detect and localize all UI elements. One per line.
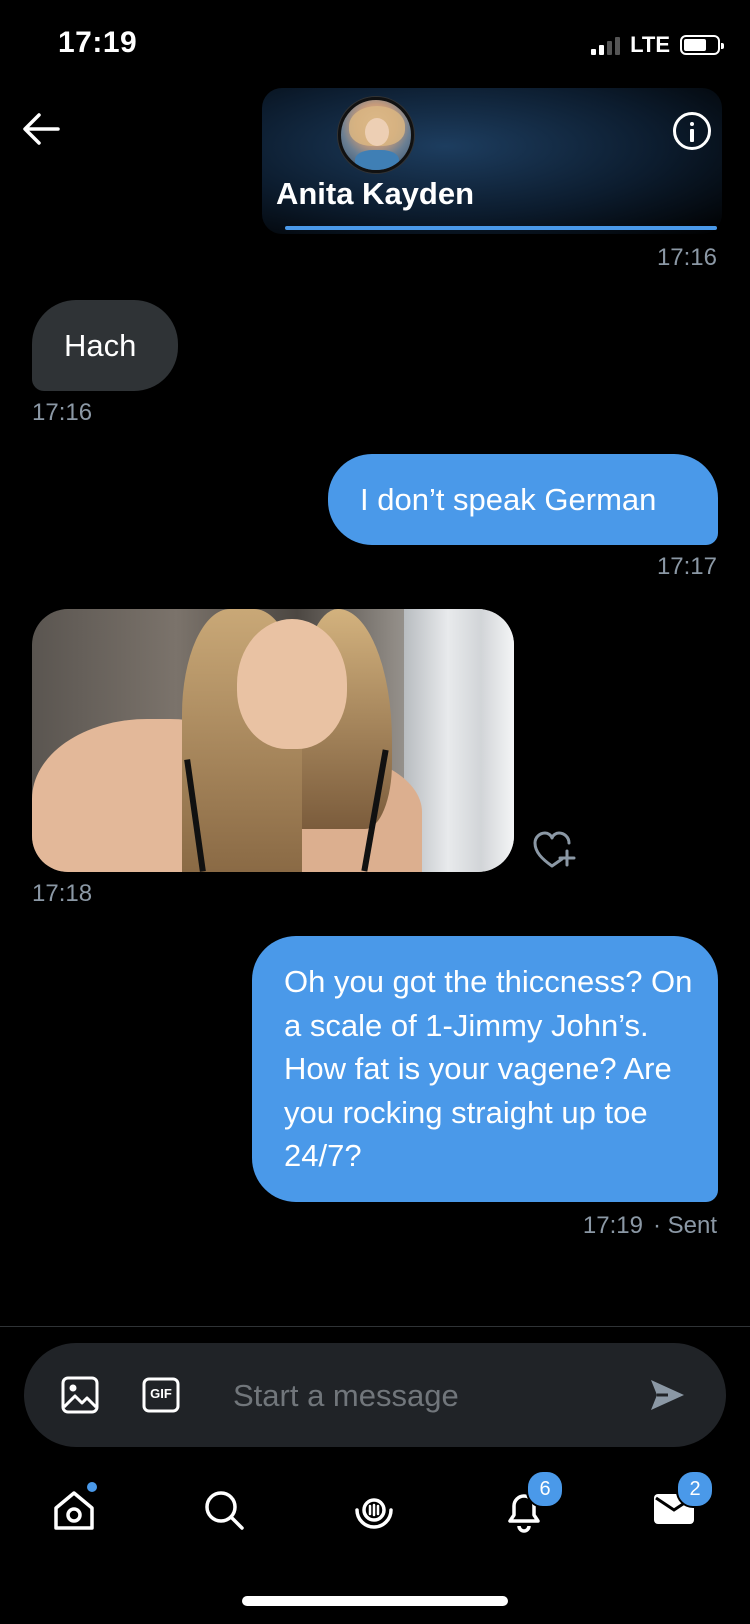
message-text: Oh you got the thiccness? On a scale of …	[284, 964, 693, 1173]
message-text: I don’t speak German	[360, 482, 657, 517]
message-composer: GIF	[24, 1343, 726, 1449]
contact-name[interactable]: Anita Kayden	[0, 176, 750, 212]
message-time: 17:17	[656, 553, 717, 580]
message-time: 17:16	[656, 244, 717, 271]
home-icon	[54, 1491, 94, 1530]
status-indicators: LTE	[591, 32, 724, 58]
tab-home[interactable]	[52, 1482, 97, 1537]
header-background	[262, 88, 722, 234]
tab-spaces[interactable]	[352, 1488, 396, 1537]
image-icon	[61, 1376, 99, 1414]
gif-label: GIF	[150, 1386, 172, 1401]
send-button[interactable]	[648, 1377, 686, 1418]
message-bubble-outgoing[interactable]: I don’t speak German	[328, 454, 718, 545]
message-bubble-outgoing[interactable]: Oh you got the thiccness? On a scale of …	[252, 936, 718, 1202]
message-meta: 17:19 · Sent	[583, 1212, 717, 1240]
back-button[interactable]	[22, 112, 60, 151]
message-input[interactable]	[231, 1343, 615, 1449]
home-indicator	[242, 1596, 508, 1606]
heart-plus-icon	[533, 831, 576, 868]
spaces-icon	[355, 1498, 393, 1529]
send-icon	[651, 1380, 684, 1410]
gif-button[interactable]: GIF	[142, 1377, 180, 1418]
signal-icon	[591, 35, 621, 55]
messages-badge: 2	[676, 1470, 714, 1508]
battery-icon	[680, 35, 724, 55]
back-arrow-icon	[23, 113, 60, 145]
message-status: · Sent	[652, 1212, 717, 1239]
like-button[interactable]	[532, 829, 576, 874]
composer-divider	[0, 1326, 750, 1327]
tab-messages[interactable]: 2	[652, 1470, 714, 1533]
home-unread-dot	[87, 1482, 97, 1492]
media-button[interactable]	[60, 1375, 100, 1420]
message-image[interactable]	[32, 609, 514, 872]
message-bubble-incoming[interactable]: Hach	[32, 300, 178, 391]
header-divider	[285, 226, 717, 230]
search-icon	[205, 1491, 244, 1530]
network-label: LTE	[630, 32, 670, 57]
status-time: 17:19	[58, 26, 138, 59]
message-time: 17:19	[582, 1212, 643, 1239]
tab-notifications[interactable]: 6	[502, 1470, 564, 1539]
info-icon[interactable]	[673, 112, 711, 150]
tab-search[interactable]	[202, 1488, 246, 1537]
contact-avatar[interactable]	[338, 97, 414, 173]
message-time: 17:18	[32, 880, 93, 907]
message-text: Hach	[64, 328, 137, 363]
notifications-badge: 6	[526, 1470, 564, 1508]
message-time: 17:16	[32, 399, 93, 426]
